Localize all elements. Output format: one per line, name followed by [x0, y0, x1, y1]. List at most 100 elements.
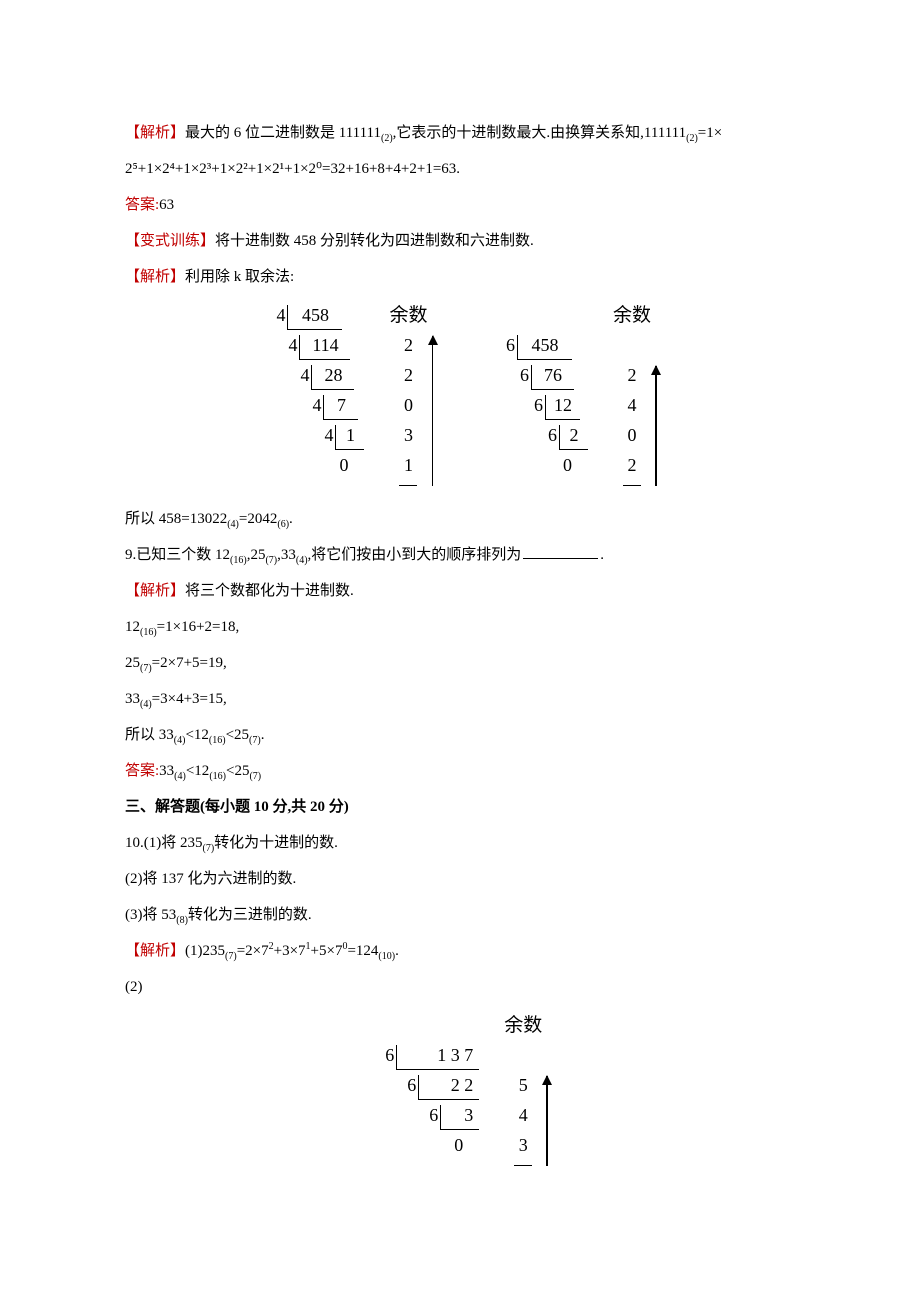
- document-page: 【解析】最大的 6 位二进制数是 111111(2),它表示的十进制数最大.由换…: [0, 0, 920, 1241]
- divisor: 6: [416, 1105, 440, 1127]
- text: .: [261, 727, 265, 743]
- text: .: [289, 511, 293, 527]
- divisor: 6: [521, 395, 545, 417]
- part-2-label: (2): [125, 969, 795, 1005]
- arrow-up-icon: [546, 1076, 548, 1166]
- text: ,33: [277, 547, 296, 563]
- text: 所以 458=13022: [125, 511, 227, 527]
- text: ,25: [247, 547, 266, 563]
- remainder: 1: [399, 455, 417, 486]
- remainder: 5: [514, 1075, 532, 1105]
- steps-column: 61 3 7 62 2 63 0: [372, 1015, 479, 1166]
- division-diagram-single: 61 3 7 62 2 63 0 余数 5 4 3: [125, 1015, 795, 1166]
- text: <12: [185, 727, 208, 743]
- text: 33: [125, 691, 140, 707]
- remainder: 2: [623, 455, 641, 486]
- subscript: (16): [209, 771, 226, 782]
- remainder-header: 余数: [389, 305, 427, 335]
- text: .: [600, 547, 604, 563]
- divisor: 4: [311, 425, 335, 447]
- divisor: 4: [275, 335, 299, 357]
- divisor: 6: [394, 1075, 418, 1097]
- text: =1×16+2=18,: [157, 619, 240, 635]
- subscript: (16): [230, 555, 247, 566]
- answer-line-1: 答案:63: [125, 187, 795, 223]
- text: (1)235: [185, 943, 225, 959]
- dividend: 28: [311, 365, 354, 390]
- question-9: 9.已知三个数 12(16),25(7),33(4),将它们按由小到大的顺序排列…: [125, 537, 795, 573]
- calc-12-16: 12(16)=1×16+2=18,: [125, 609, 795, 645]
- analysis-para-2: 【解析】利用除 k 取余法:: [125, 259, 795, 295]
- analysis-para-1a: 【解析】最大的 6 位二进制数是 111111(2),它表示的十进制数最大.由换…: [125, 115, 795, 151]
- text: 最大的 6 位二进制数是 111111: [185, 125, 381, 141]
- subscript: (16): [140, 627, 157, 638]
- text: 25: [125, 655, 140, 671]
- arrow-column: [546, 1015, 548, 1166]
- subscript: (7): [203, 843, 215, 854]
- text: +5×7: [311, 943, 343, 959]
- text: .: [395, 943, 399, 959]
- divisor: 4: [299, 395, 323, 417]
- remainder: 2: [399, 335, 417, 365]
- text: =2×7: [237, 943, 269, 959]
- remainder: 3: [399, 425, 417, 455]
- answer-label: 答案:: [125, 197, 159, 213]
- variation-label: 【变式训练】: [125, 233, 215, 249]
- remainder-column: 余数 2 2 0 3 1: [389, 305, 427, 486]
- text: 所以 33: [125, 727, 174, 743]
- text: 利用除 k 取余法:: [185, 269, 294, 285]
- dividend: 114: [299, 335, 350, 360]
- subscript: (4): [140, 699, 152, 710]
- text: =2×7+5=19,: [152, 655, 227, 671]
- dividend: 1 3 7: [396, 1045, 479, 1070]
- text: ,它表示的十进制数最大.由换算关系知,111111: [393, 125, 686, 141]
- subscript: (16): [209, 735, 226, 746]
- result-458: 所以 458=13022(4)=2042(6).: [125, 501, 795, 537]
- subscript: (7): [225, 951, 237, 962]
- subscript: (2): [381, 133, 393, 144]
- arrow-up-icon: [655, 366, 657, 486]
- analysis-label: 【解析】: [125, 943, 185, 959]
- divisor: 6: [507, 365, 531, 387]
- division-base-4: 4458 4114 428 47 41 0 余数 2 2 0 3 1: [263, 305, 433, 486]
- answer-value: 63: [159, 197, 174, 213]
- final-quotient: 0: [333, 455, 354, 477]
- subscript: (7): [140, 663, 152, 674]
- dividend: 458: [517, 335, 572, 360]
- steps-column: 6458 676 612 62 0: [493, 305, 588, 486]
- text: 将十进制数 458 分别转化为四进制数和六进制数.: [215, 233, 534, 249]
- remainder: 2: [623, 365, 641, 395]
- text: <25: [226, 727, 249, 743]
- arrow-column: [432, 305, 434, 486]
- dividend: 1: [335, 425, 364, 450]
- remainder: 4: [514, 1105, 532, 1135]
- dividend: 3: [440, 1105, 479, 1130]
- dividend: 76: [531, 365, 574, 390]
- divisor: 6: [493, 335, 517, 357]
- subscript: (2): [686, 133, 698, 144]
- calc-25-7: 25(7)=2×7+5=19,: [125, 645, 795, 681]
- subscript: (6): [277, 519, 289, 530]
- divisor: 6: [535, 425, 559, 447]
- variation-exercise: 【变式训练】将十进制数 458 分别转化为四进制数和六进制数.: [125, 223, 795, 259]
- remainder: 3: [514, 1135, 532, 1166]
- steps-column: 4458 4114 428 47 41 0: [263, 305, 364, 486]
- text: <12: [186, 763, 209, 779]
- text: 12: [125, 619, 140, 635]
- analysis-para-1b: 2⁵+1×2⁴+1×2³+1×2²+1×2¹+1×2⁰=32+16+8+4+2+…: [125, 151, 795, 187]
- divisor: 4: [287, 365, 311, 387]
- text: =2042: [239, 511, 277, 527]
- text: =1×: [698, 125, 722, 141]
- division-base-6: 6458 676 612 62 0 余数 2 4 0 2: [493, 305, 657, 486]
- text: 转化为三进制的数.: [188, 907, 312, 923]
- arrow-up-icon: [432, 336, 434, 486]
- text: =124: [347, 943, 378, 959]
- subscript: (10): [378, 951, 395, 962]
- subscript: (4): [174, 771, 186, 782]
- division-diagram-row: 4458 4114 428 47 41 0 余数 2 2 0 3 1: [125, 305, 795, 486]
- subscript: (4): [296, 555, 308, 566]
- remainder: 2: [399, 365, 417, 395]
- divisor: 4: [263, 305, 287, 327]
- text: 33: [159, 763, 174, 779]
- dividend: 2 2: [418, 1075, 479, 1100]
